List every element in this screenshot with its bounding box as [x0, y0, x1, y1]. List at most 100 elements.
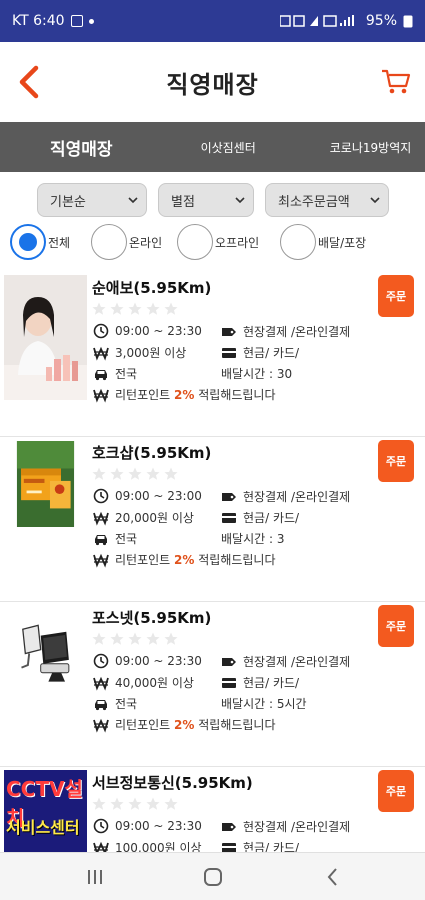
category-tabs: 직영매장 이삿짐센터 코로나19방역지 — [0, 122, 425, 172]
delivery-area: 전국 — [115, 697, 138, 711]
min-order-row: 3,000원 이상 — [93, 344, 186, 361]
clock-icon — [93, 323, 109, 339]
order-button[interactable]: 주문 — [378, 275, 414, 317]
star-icon — [164, 632, 178, 645]
status-bar: KT 6:40 95% — [0, 0, 425, 42]
radio-label: 배달/포장 — [318, 235, 367, 250]
banner-line2: 서비스센터 — [6, 818, 80, 837]
method-row: 현금/ 카드/ — [221, 509, 299, 526]
card-icon — [222, 512, 236, 523]
car-icon — [95, 699, 107, 710]
gift-box-icon — [16, 441, 75, 527]
back-arrow-icon[interactable] — [14, 62, 48, 102]
radio-online[interactable]: 온라인 — [91, 224, 162, 260]
payment-method: 현금/ 카드/ — [243, 841, 300, 852]
list-item[interactable]: CCTV설치 서비스센터 서브정보통신(5.95Km) 09:00 ~ 23:3… — [0, 767, 425, 852]
area-row: 전국 — [93, 530, 137, 547]
min-order: 100,000원 이상 — [115, 841, 202, 852]
star-icon — [110, 797, 124, 810]
radio-label: 전체 — [48, 235, 71, 250]
car-icon — [95, 534, 107, 545]
point-suffix: 적립해드립니다 — [198, 553, 276, 567]
min-order: 20,000원 이상 — [115, 511, 194, 525]
chevron-down-icon — [128, 197, 138, 204]
payment-row: 현장결제 /온라인결제 — [221, 323, 350, 340]
radio-all[interactable]: 전체 — [10, 224, 70, 260]
won-icon — [93, 511, 109, 526]
payment-method: 현금/ 카드/ — [243, 346, 300, 360]
star-icon — [92, 632, 106, 645]
payment-type: 현장결제 /온라인결제 — [243, 655, 351, 669]
delivery-time-row: 배달시간 : 30 — [221, 365, 292, 382]
radio-offline[interactable]: 오프라인 — [177, 224, 259, 260]
store-name: 포스넷(5.95Km) — [92, 609, 212, 627]
clock-icon — [93, 488, 109, 504]
rating-select[interactable]: 별점 — [158, 183, 254, 217]
tag-icon — [222, 657, 236, 666]
cart-icon[interactable] — [379, 64, 413, 98]
star-icon — [92, 467, 106, 480]
chevron-down-icon — [370, 197, 380, 204]
won-icon — [93, 346, 109, 361]
sort-select[interactable]: 기본순 — [37, 183, 147, 217]
star-icon — [164, 302, 178, 315]
min-order-row: 40,000원 이상 — [93, 674, 194, 691]
tab-covid-disinfection[interactable]: 코로나19방역지 — [330, 139, 412, 156]
tag-icon — [222, 492, 236, 501]
page-title: 직영매장 — [166, 70, 259, 99]
star-icon — [164, 797, 178, 810]
won-icon — [93, 718, 109, 733]
list-item[interactable]: 포스넷(5.95Km) 09:00 ~ 23:30 현장결제 /온라인결제 40… — [0, 602, 425, 767]
radio-delivery-pickup[interactable]: 배달/포장 — [280, 224, 366, 260]
filter-bar: 기본순 별점 최소주문금액 — [0, 183, 425, 219]
store-name: 서브정보통신(5.95Km) — [92, 774, 253, 792]
delivery-time: 배달시간 : 3 — [221, 532, 285, 546]
point-row: 리턴포인트 2% 적립해드립니다 — [93, 716, 276, 733]
won-icon — [93, 553, 109, 568]
home-icon[interactable] — [201, 865, 225, 889]
store-name: 호크샵(5.95Km) — [92, 444, 212, 462]
hours-row: 09:00 ~ 23:30 — [93, 653, 202, 669]
radio-label: 오프라인 — [215, 235, 260, 250]
system-nav-bar — [0, 852, 425, 900]
order-button[interactable]: 주문 — [378, 770, 414, 812]
won-icon — [93, 841, 109, 852]
delivery-area: 전국 — [115, 532, 138, 546]
back-icon[interactable] — [321, 865, 345, 889]
star-icon — [128, 797, 142, 810]
tag-icon — [222, 327, 236, 336]
notification-dot-icon — [88, 18, 94, 24]
min-order-select[interactable]: 최소주문금액 — [265, 183, 389, 217]
min-order-row: 100,000원 이상 — [93, 839, 202, 852]
rating-select-value: 별점 — [171, 194, 195, 210]
delivery-time-row: 배달시간 : 3 — [221, 530, 284, 547]
min-order: 3,000원 이상 — [115, 346, 187, 360]
tab-moving-center[interactable]: 이삿짐센터 — [201, 139, 256, 156]
list-item[interactable]: 호크샵(5.95Km) 09:00 ~ 23:00 현장결제 /온라인결제 20… — [0, 437, 425, 602]
star-icon — [92, 302, 106, 315]
star-icon — [110, 302, 124, 315]
delivery-time: 배달시간 : 5시간 — [221, 697, 307, 711]
battery-percent: 95% — [365, 13, 397, 29]
payment-type: 현장결제 /온라인결제 — [243, 820, 351, 834]
delivery-time: 배달시간 : 30 — [221, 367, 293, 381]
won-icon — [93, 388, 109, 403]
order-button[interactable]: 주문 — [378, 605, 414, 647]
recent-apps-icon[interactable] — [83, 865, 107, 889]
radio-circle — [280, 224, 316, 260]
store-hours: 09:00 ~ 23:30 — [115, 819, 202, 833]
won-icon — [93, 676, 109, 691]
tab-direct-store[interactable]: 직영매장 — [50, 135, 113, 160]
method-row: 현금/ 카드/ — [221, 674, 299, 691]
payment-method: 현금/ 카드/ — [243, 676, 300, 690]
point-row: 리턴포인트 2% 적립해드립니다 — [93, 386, 276, 403]
rating-stars — [92, 632, 178, 646]
radio-circle — [10, 224, 46, 260]
order-button[interactable]: 주문 — [378, 440, 414, 482]
clock-icon — [93, 653, 109, 669]
battery-icon — [403, 15, 413, 28]
method-row: 현금/ 카드/ — [221, 344, 299, 361]
star-icon — [110, 632, 124, 645]
star-icon — [128, 302, 142, 315]
list-item[interactable]: 순애보(5.95Km) 09:00 ~ 23:30 현장결제 /온라인결제 3,… — [0, 272, 425, 437]
